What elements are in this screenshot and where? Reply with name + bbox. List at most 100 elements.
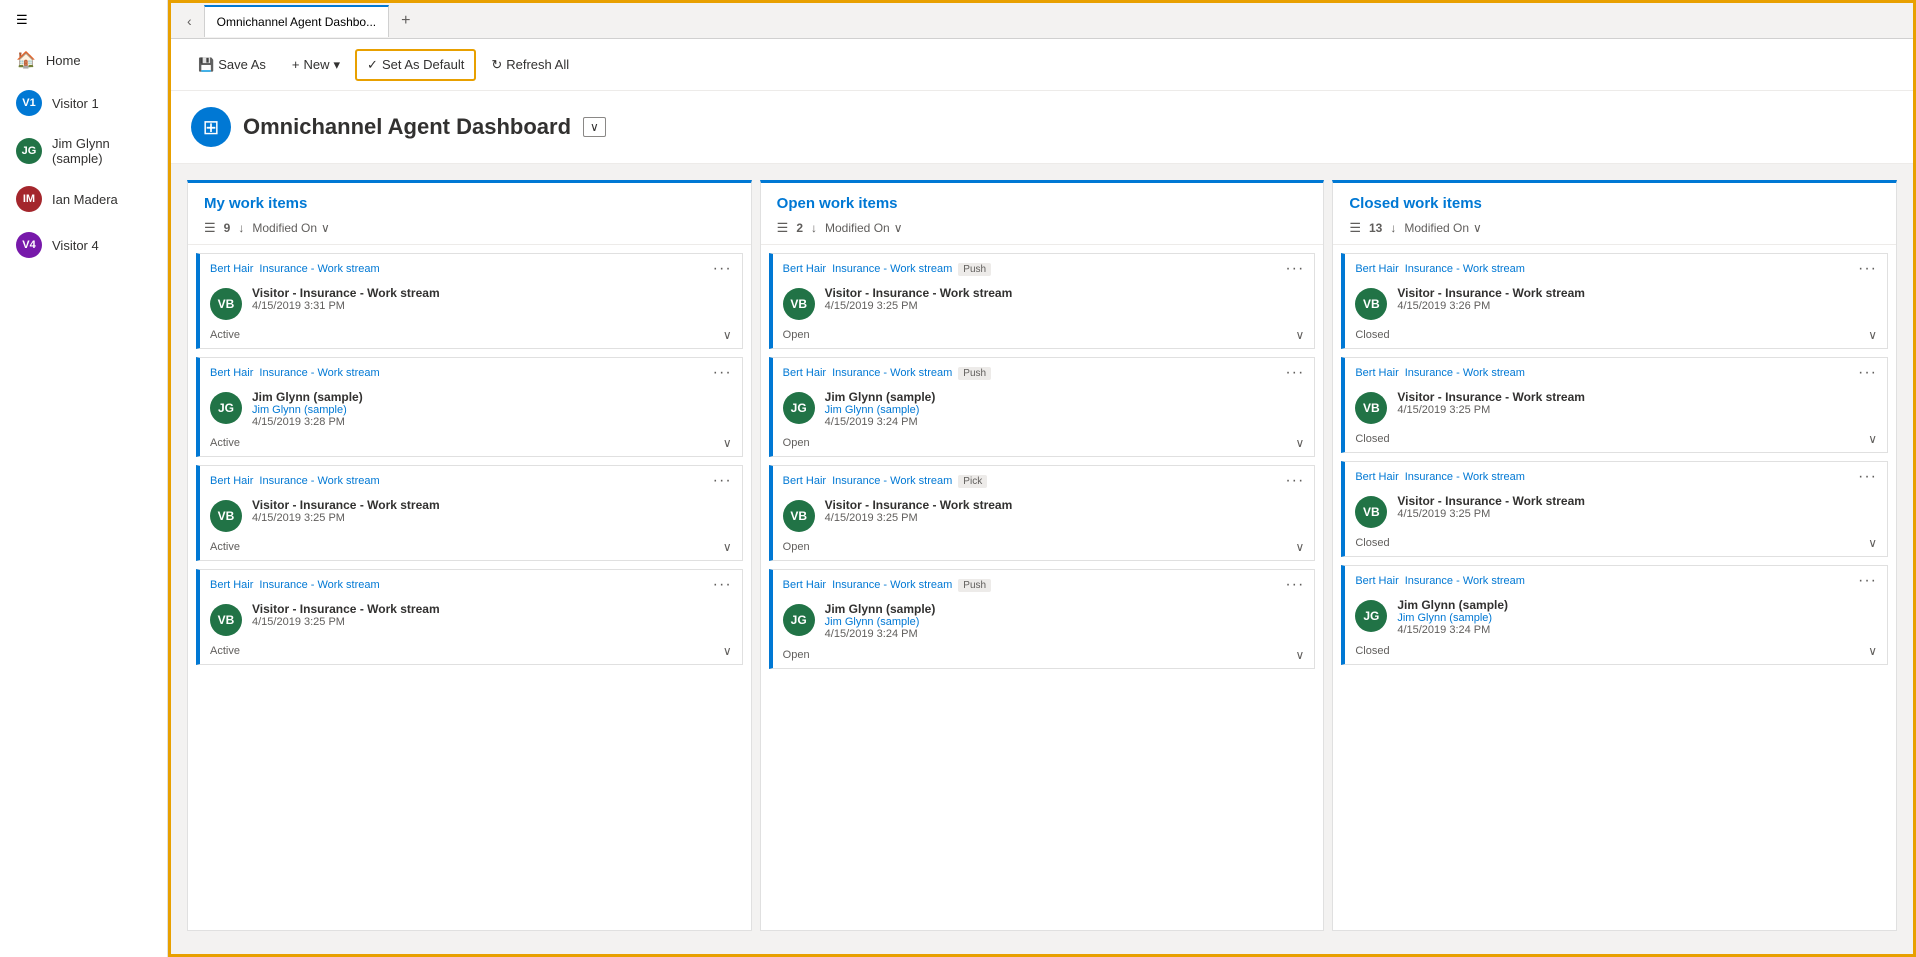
agent-name[interactable]: Bert Hair: [1355, 575, 1398, 587]
card-subname[interactable]: Jim Glynn (sample): [1397, 612, 1877, 624]
dashboard-dropdown-button[interactable]: ∨: [583, 117, 606, 137]
avatar-ianmadera: IM: [16, 186, 42, 212]
work-card: Bert Hair Insurance - Work stream Push ·…: [769, 357, 1316, 457]
sort-dropdown-icon: ∨: [894, 221, 903, 235]
set-as-default-button[interactable]: ✓ Set As Default: [355, 49, 476, 81]
card-footer: Closed ∨: [1345, 532, 1887, 556]
card-header: Bert Hair Insurance - Work stream ···: [200, 358, 742, 386]
tab-omnichannel[interactable]: Omnichannel Agent Dashbo...: [204, 5, 389, 37]
work-stream[interactable]: Insurance - Work stream: [1405, 367, 1525, 379]
card-status: Closed: [1355, 433, 1389, 445]
agent-name[interactable]: Bert Hair: [1355, 367, 1398, 379]
expand-button[interactable]: ∨: [723, 328, 732, 342]
work-stream[interactable]: Insurance - Work stream: [832, 263, 952, 275]
card-subname[interactable]: Jim Glynn (sample): [825, 616, 1305, 628]
add-tab-button[interactable]: +: [393, 8, 418, 34]
work-stream[interactable]: Insurance - Work stream: [832, 475, 952, 487]
work-stream[interactable]: Insurance - Work stream: [832, 367, 952, 379]
agent-name[interactable]: Bert Hair: [210, 367, 253, 379]
agent-name[interactable]: Bert Hair: [783, 475, 826, 487]
agent-name[interactable]: Bert Hair: [210, 579, 253, 591]
sidebar-item-visitor1[interactable]: V1 Visitor 1: [0, 80, 167, 126]
card-subname[interactable]: Jim Glynn (sample): [252, 404, 732, 416]
agent-name[interactable]: Bert Hair: [783, 263, 826, 275]
sidebar-item-ianmadera[interactable]: IM Ian Madera: [0, 176, 167, 222]
sort-button-open-work-items[interactable]: Modified On ∨: [825, 221, 903, 235]
agent-name[interactable]: Bert Hair: [210, 475, 253, 487]
more-options-button[interactable]: ···: [1285, 260, 1304, 278]
more-options-button[interactable]: ···: [1858, 260, 1877, 278]
expand-button[interactable]: ∨: [1868, 432, 1877, 446]
more-options-button[interactable]: ···: [1858, 468, 1877, 486]
back-button[interactable]: ‹: [179, 7, 200, 35]
new-button[interactable]: + New ▾: [281, 50, 351, 80]
card-header: Bert Hair Insurance - Work stream ···: [200, 570, 742, 598]
work-stream[interactable]: Insurance - Work stream: [259, 263, 379, 275]
more-options-button[interactable]: ···: [1858, 572, 1877, 590]
work-stream[interactable]: Insurance - Work stream: [1405, 575, 1525, 587]
column-title-closed-work-items: Closed work items: [1349, 195, 1880, 212]
agent-name[interactable]: Bert Hair: [783, 579, 826, 591]
card-avatar: VB: [1355, 496, 1387, 528]
column-count-open-work-items: 2: [796, 221, 803, 235]
expand-button[interactable]: ∨: [1296, 540, 1305, 554]
work-stream[interactable]: Insurance - Work stream: [259, 367, 379, 379]
sort-button-my-work-items[interactable]: Modified On ∨: [252, 221, 330, 235]
card-footer: Active ∨: [200, 640, 742, 664]
sidebar-label-ianmadera: Ian Madera: [52, 192, 118, 207]
expand-button[interactable]: ∨: [723, 644, 732, 658]
agent-name[interactable]: Bert Hair: [783, 367, 826, 379]
more-options-button[interactable]: ···: [1858, 364, 1877, 382]
sidebar-item-visitor4[interactable]: V4 Visitor 4: [0, 222, 167, 268]
expand-button[interactable]: ∨: [723, 540, 732, 554]
card-body: JG Jim Glynn (sample) Jim Glynn (sample)…: [200, 386, 742, 432]
work-stream[interactable]: Insurance - Work stream: [259, 475, 379, 487]
work-stream[interactable]: Insurance - Work stream: [1405, 471, 1525, 483]
sidebar-label-visitor4: Visitor 4: [52, 238, 99, 253]
sidebar-item-home[interactable]: 🏠 Home: [0, 40, 167, 80]
card-status: Open: [783, 437, 810, 449]
refresh-all-button[interactable]: ↻ Refresh All: [480, 50, 580, 80]
more-options-button[interactable]: ···: [1285, 472, 1304, 490]
expand-button[interactable]: ∨: [723, 436, 732, 450]
card-body: VB Visitor - Insurance - Work stream 4/1…: [200, 282, 742, 324]
sort-dropdown-icon: ∨: [321, 221, 330, 235]
agent-name[interactable]: Bert Hair: [1355, 471, 1398, 483]
work-stream[interactable]: Insurance - Work stream: [259, 579, 379, 591]
more-options-button[interactable]: ···: [1285, 576, 1304, 594]
hamburger-menu[interactable]: ☰: [0, 0, 167, 40]
list-icon: ☰: [1349, 220, 1361, 236]
save-as-button[interactable]: 💾 Save As: [187, 50, 277, 80]
more-options-button[interactable]: ···: [713, 472, 732, 490]
sidebar-item-jimglynn[interactable]: JG Jim Glynn (sample): [0, 126, 167, 176]
expand-button[interactable]: ∨: [1868, 644, 1877, 658]
more-options-button[interactable]: ···: [1285, 364, 1304, 382]
card-avatar: VB: [1355, 392, 1387, 424]
agent-name[interactable]: Bert Hair: [1355, 263, 1398, 275]
card-avatar: VB: [1355, 288, 1387, 320]
work-stream[interactable]: Insurance - Work stream: [1405, 263, 1525, 275]
agent-name[interactable]: Bert Hair: [210, 263, 253, 275]
expand-button[interactable]: ∨: [1296, 436, 1305, 450]
column-body-open-work-items: Bert Hair Insurance - Work stream Push ·…: [761, 245, 1324, 930]
more-options-button[interactable]: ···: [713, 260, 732, 278]
card-agents: Bert Hair Insurance - Work stream: [1355, 471, 1525, 483]
card-body: VB Visitor - Insurance - Work stream 4/1…: [1345, 386, 1887, 428]
dashboard-header: ⊞ Omnichannel Agent Dashboard ∨: [171, 91, 1913, 164]
more-options-button[interactable]: ···: [713, 576, 732, 594]
work-items-grid: My work items ☰ 9 ↓ Modified On ∨ Bert H…: [171, 164, 1913, 947]
expand-button[interactable]: ∨: [1296, 328, 1305, 342]
sort-button-closed-work-items[interactable]: Modified On ∨: [1404, 221, 1482, 235]
card-avatar: VB: [783, 500, 815, 532]
sidebar: ☰ 🏠 Home V1 Visitor 1 JG Jim Glynn (samp…: [0, 0, 168, 957]
work-stream[interactable]: Insurance - Work stream: [832, 579, 952, 591]
column-meta-my-work-items: ☰ 9 ↓ Modified On ∨: [204, 220, 735, 236]
card-title: Visitor - Insurance - Work stream: [825, 498, 1305, 512]
expand-button[interactable]: ∨: [1296, 648, 1305, 662]
expand-button[interactable]: ∨: [1868, 328, 1877, 342]
card-body: VB Visitor - Insurance - Work stream 4/1…: [1345, 282, 1887, 324]
card-subname[interactable]: Jim Glynn (sample): [825, 404, 1305, 416]
expand-button[interactable]: ∨: [1868, 536, 1877, 550]
more-options-button[interactable]: ···: [713, 364, 732, 382]
card-agents: Bert Hair Insurance - Work stream: [210, 475, 380, 487]
